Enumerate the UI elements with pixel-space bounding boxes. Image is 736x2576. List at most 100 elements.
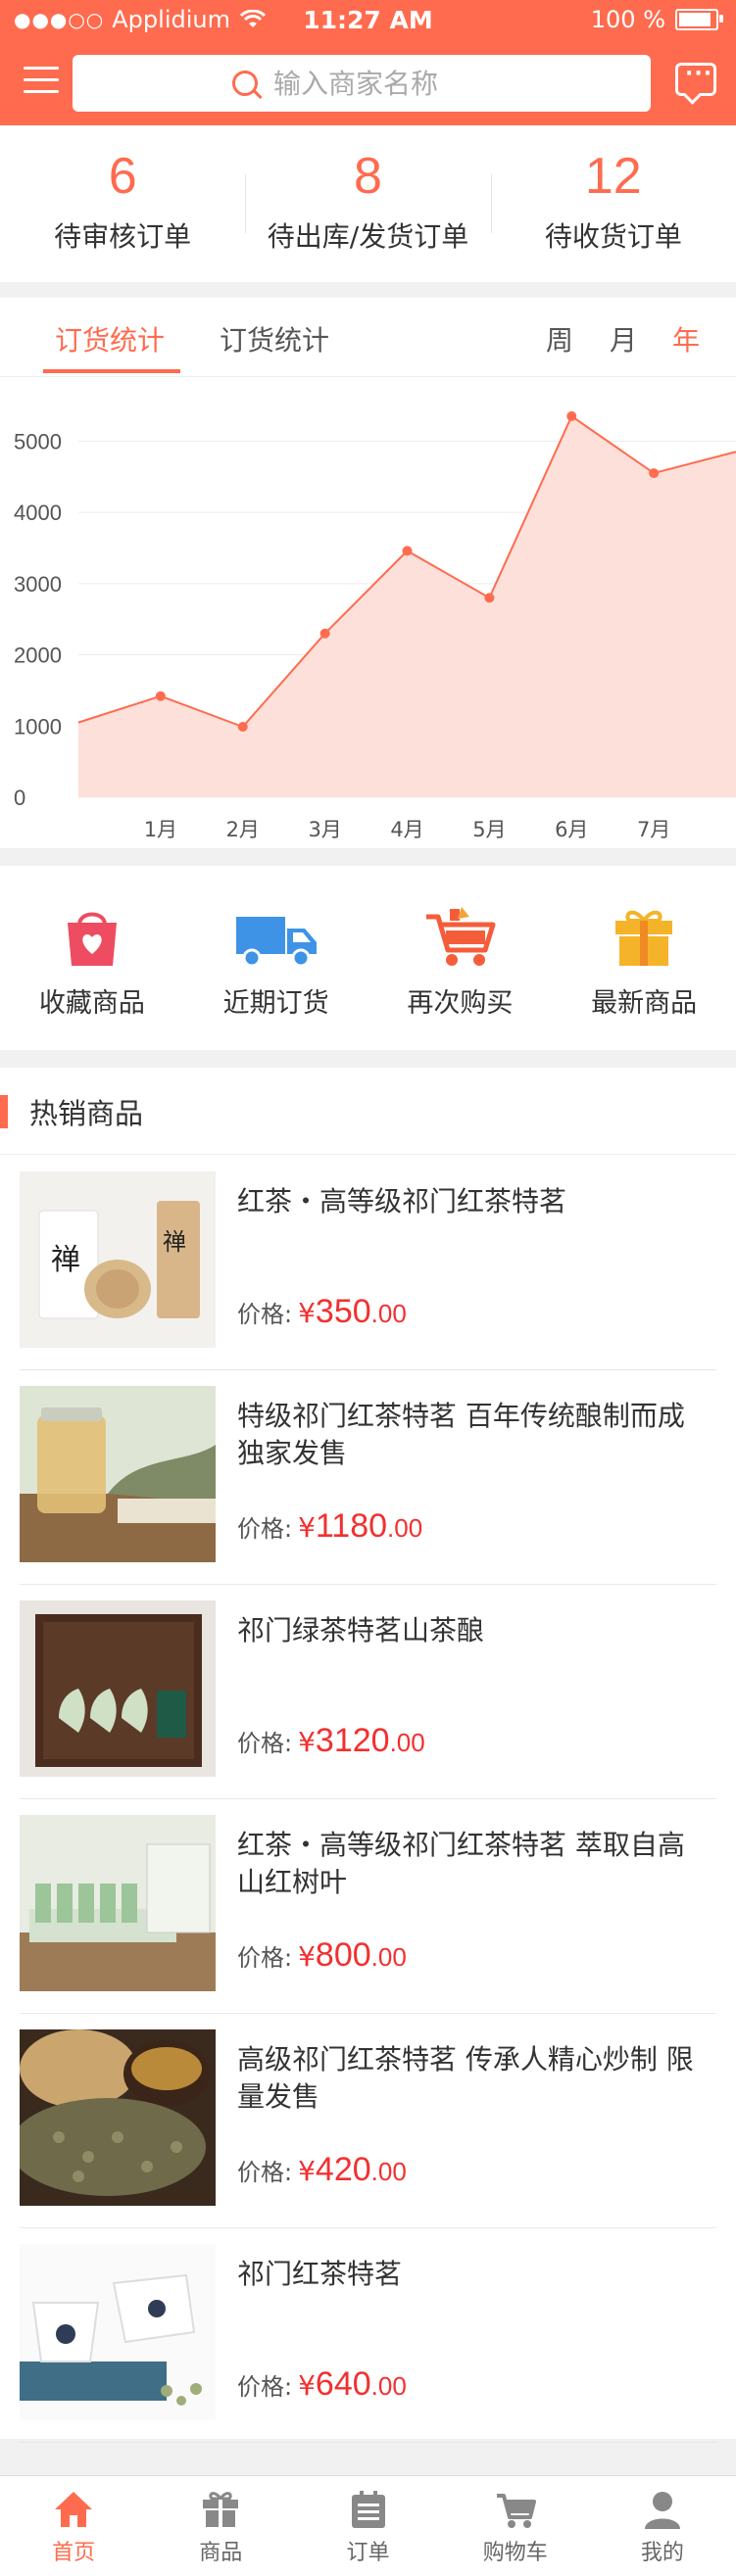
period-week[interactable]: 周	[546, 319, 573, 358]
price-currency: ¥	[298, 2369, 316, 2402]
tab-home[interactable]: 首页	[0, 2476, 147, 2576]
search-bar[interactable]	[73, 55, 651, 112]
tab-order-stats-2[interactable]: 订货统计	[220, 319, 329, 358]
tab-label: 购物车	[482, 2541, 548, 2565]
price-decimal: .00	[370, 1299, 407, 1328]
tab-order-stats[interactable]: 订货统计	[55, 319, 165, 358]
shopping-bag-heart-icon	[67, 912, 117, 966]
product-name: 特级祁门红茶特茗 百年传统酿制而成 独家发售	[237, 1400, 685, 1469]
price-integer: 800	[315, 1936, 371, 1974]
stat-count: 8	[354, 148, 382, 205]
gift-box-icon	[615, 910, 673, 966]
home-icon	[55, 2492, 93, 2527]
active-tab-indicator	[43, 369, 180, 373]
chart-tabs: 订货统计 订货统计 周 月 年	[0, 298, 736, 377]
clipboard-icon	[351, 2491, 385, 2528]
product-item[interactable]: 特级祁门红茶特茗 百年传统酿制而成 独家发售 价格: ¥1180.00	[20, 1368, 716, 1585]
action-new-products[interactable]: 最新商品	[552, 866, 736, 1050]
period-year[interactable]: 年	[672, 319, 700, 358]
price-label: 价格:	[237, 1301, 293, 1328]
stat-label: 待收货订单	[544, 220, 682, 253]
data-point	[402, 546, 413, 556]
data-point	[566, 410, 577, 421]
tab-label: 订单	[346, 2541, 390, 2565]
tab-products[interactable]: 商品	[147, 2476, 294, 2576]
svg-text:禅: 禅	[163, 1228, 186, 1256]
product-name: 红茶・高等级祁门红茶特茗	[237, 1185, 567, 1217]
y-tick-label: 4000	[14, 501, 62, 525]
y-tick-label: 3000	[14, 572, 62, 596]
price-integer: 350	[315, 1293, 371, 1330]
product-item[interactable]: 红茶・高等级祁门红茶特茗 萃取自高山红树叶 价格: ¥800.00	[20, 1797, 716, 2014]
product-item[interactable]: 高级祁门红茶特茗 传承人精心炒制 限量发售价格: ¥420.00	[20, 2012, 716, 2228]
price-label: 价格:	[237, 1730, 293, 1757]
product-name: 高级祁门红茶特茗 传承人精心炒制 限量发售	[237, 2043, 694, 2113]
shopping-cart-icon	[426, 907, 496, 966]
product-item[interactable]: 祁门绿茶特茗山茶酿价格: ¥3120.00	[20, 1583, 716, 1799]
y-tick-label: 1000	[14, 714, 62, 739]
stat-count: 6	[108, 148, 137, 205]
price-integer: 420	[315, 2151, 371, 2188]
hot-products-section: 热销商品 禅禅红茶・高等级祁门红茶特茗 价格: ¥350.00 特级祁门红茶特茗 百年…	[0, 1068, 736, 2443]
tab-profile[interactable]: 我的	[589, 2476, 736, 2576]
y-tick-label: 2000	[14, 644, 62, 668]
data-point	[155, 691, 166, 701]
search-icon	[232, 71, 258, 96]
x-tick-label: 5月	[472, 818, 506, 841]
price-label: 价格:	[237, 2373, 293, 2401]
tab-label: 商品	[199, 2541, 243, 2565]
action-buy-again[interactable]: 再次购买	[368, 866, 553, 1050]
tab-label: 首页	[52, 2541, 96, 2565]
stat-pending-receipt[interactable]: 12 待收货订单	[490, 125, 736, 282]
price-currency: ¥	[298, 2155, 316, 2187]
product-image	[20, 1386, 216, 1562]
price-label: 价格:	[237, 1515, 293, 1543]
price-currency: ¥	[298, 1726, 316, 1758]
stat-pending-review[interactable]: 6 待审核订单	[0, 125, 245, 282]
x-tick-label: 1月	[144, 818, 177, 841]
price-currency: ¥	[298, 1297, 316, 1329]
stat-label: 待审核订单	[54, 220, 192, 253]
delivery-truck-icon	[235, 917, 317, 968]
product-item[interactable]: 禅禅红茶・高等级祁门红茶特茗 价格: ¥350.00	[20, 1154, 716, 1370]
product-name: 祁门绿茶特茗山茶酿	[237, 1614, 485, 1646]
menu-button[interactable]	[24, 67, 59, 96]
order-area-chart: 0 1000 2000 3000 4000 5000 1月 2月 3月 4月 5月 6月 7月	[14, 410, 736, 841]
bottom-tab-bar: 首页 商品 订单 购物车 我的	[0, 2475, 736, 2576]
x-tick-label: 4月	[390, 818, 423, 841]
period-month[interactable]: 月	[610, 319, 637, 358]
action-label: 收藏商品	[38, 988, 145, 1019]
product-price: 价格: ¥3120.00	[237, 1722, 425, 1760]
action-favorites[interactable]: 收藏商品	[0, 866, 184, 1050]
product-image	[20, 1600, 216, 1777]
product-item[interactable]: 祁门红茶特茗 价格: ¥640.00	[20, 2226, 716, 2443]
order-chart-card: 订货统计 订货统计 周 月 年 0 1000 2000 3000 4000 5000 1月 2…	[0, 298, 736, 848]
y-tick-label: 0	[14, 786, 25, 810]
battery-percent: 100 %	[590, 6, 665, 33]
search-input[interactable]	[271, 66, 491, 101]
cart-icon	[496, 2494, 536, 2528]
action-label: 最新商品	[591, 988, 698, 1019]
series-area	[78, 415, 736, 797]
section-header: 热销商品	[0, 1068, 736, 1155]
gift-icon	[203, 2492, 239, 2527]
price-currency: ¥	[298, 1511, 316, 1544]
product-image	[20, 2029, 216, 2206]
product-price: 价格: ¥350.00	[237, 1293, 407, 1331]
action-recent-orders[interactable]: 近期订货	[184, 866, 368, 1050]
tab-cart[interactable]: 购物车	[442, 2476, 589, 2576]
x-tick-label: 7月	[637, 818, 670, 841]
product-price: 价格: ¥420.00	[237, 2151, 407, 2189]
price-decimal: .00	[370, 2157, 407, 2186]
price-currency: ¥	[298, 1940, 316, 1973]
price-integer: 3120	[315, 1722, 390, 1759]
message-icon[interactable]	[675, 62, 716, 96]
app-header: ●●●○○ Applidium 11:27 AM 100 %	[0, 0, 736, 125]
data-point	[484, 593, 495, 603]
stat-pending-shipment[interactable]: 8 待出库/发货订单	[245, 125, 490, 282]
action-label: 近期订货	[222, 988, 329, 1019]
tab-orders[interactable]: 订单	[294, 2476, 441, 2576]
x-tick-label: 6月	[555, 818, 588, 841]
section-accent-bar	[0, 1095, 8, 1128]
price-decimal: .00	[387, 1513, 423, 1543]
